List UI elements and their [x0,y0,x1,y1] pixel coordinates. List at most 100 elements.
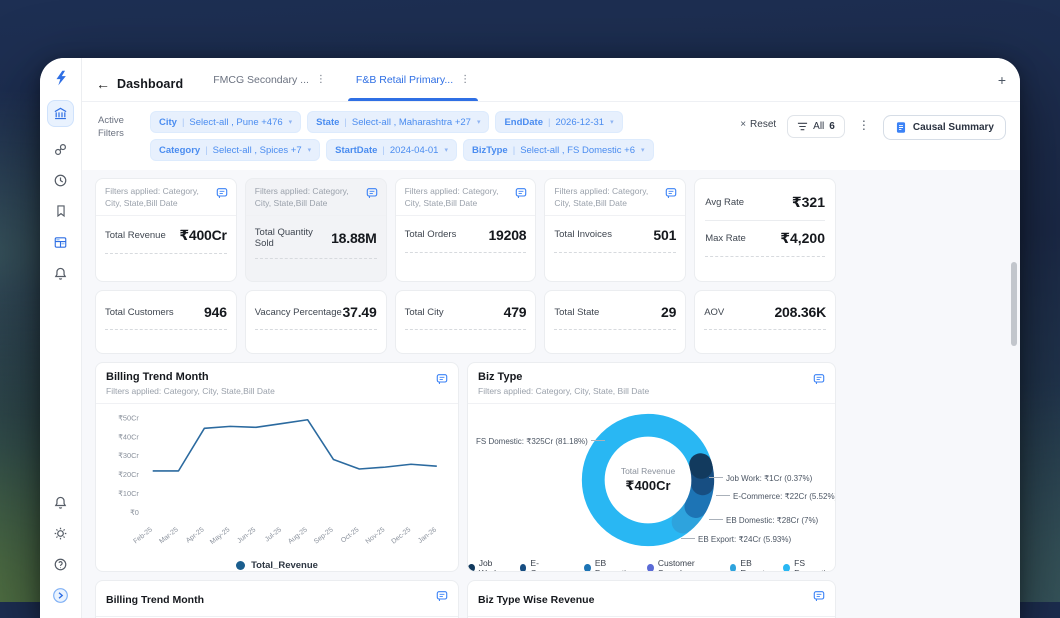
chevron-down-icon[interactable]: ▾ [477,118,481,126]
sidebar-item-reports-icon[interactable] [52,233,70,251]
biz-type-revenue-table-card: Biz Type Wise Revenue Biz_Type Revenue [467,580,836,618]
leader-line [681,538,695,539]
comment-icon[interactable] [366,186,378,210]
tab-fb-retail-primary[interactable]: F&B Retail Primary... ⋮ [356,66,470,101]
sidebar-item-connections-icon[interactable] [52,140,70,158]
tab-menu-icon[interactable]: ⋮ [460,74,470,85]
sidebar-item-history-icon[interactable] [52,171,70,189]
chart-title: Biz Type [478,371,825,383]
svg-text:₹30Cr: ₹30Cr [118,451,139,460]
chevron-down-icon[interactable]: ▾ [308,146,312,154]
main-panel: ← Dashboard FMCG Secondary ... ⋮ F&B Ret… [82,58,1020,618]
active-filters-label: Active Filters [98,111,138,161]
tab-fmcg-secondary[interactable]: FMCG Secondary ... ⋮ [213,66,326,101]
dashboard-scroll-area[interactable]: Filters applied: Category, City, State,B… [82,170,1020,618]
kpi-card-total-orders[interactable]: Filters applied: Category, City, State,B… [395,178,537,282]
leader-line [709,519,723,520]
comment-icon[interactable] [216,186,228,210]
all-label: All [813,121,824,132]
kpi-value: 208.36K [774,304,826,320]
filter-chip-category[interactable]: Category|Select-all , Spices +7▾ [150,139,320,161]
chevron-down-icon[interactable]: ▾ [289,118,293,126]
reset-filters-button[interactable]: ×Reset [740,115,776,130]
chip-value: Select-all , Spices +7 [213,145,302,156]
svg-text:₹20Cr: ₹20Cr [118,470,139,479]
comment-icon[interactable] [813,372,825,390]
filter-chip-state[interactable]: State|Select-all , Maharashtra +27▾ [307,111,489,133]
vertical-scrollbar[interactable] [1011,262,1017,346]
add-tab-button[interactable]: + [998,72,1006,96]
kpi-card-total-quantity-sold[interactable]: Filters applied: Category, City, State,B… [245,178,387,282]
filters-note: Filters applied: Category, City, State,B… [255,186,357,210]
chip-name: City [159,117,177,128]
legend-label: E-Commerce [530,558,573,572]
legend-dot [236,561,245,570]
chip-value: 2024-04-01 [390,145,439,156]
sidebar-settings-icon[interactable] [52,524,70,542]
comment-icon[interactable] [813,589,825,607]
chip-value: Select-all , FS Domestic +6 [520,145,635,156]
sidebar-item-alerts-icon[interactable] [52,264,70,282]
filter-chip-startdate[interactable]: StartDate|2024-04-01▾ [326,139,457,161]
sidebar-launch-icon[interactable] [52,586,70,604]
legend-item: EB Domestic [584,558,636,572]
svg-text:Oct-25: Oct-25 [340,526,361,544]
svg-text:Apr-25: Apr-25 [185,526,206,544]
chevron-down-icon[interactable]: ▾ [610,118,614,126]
sidebar-item-home-icon[interactable] [47,100,74,127]
sidebar-notifications-icon[interactable] [52,493,70,511]
callout-eb-export: EB Export: ₹24Cr (5.93%) [678,535,791,544]
svg-text:₹40Cr: ₹40Cr [118,432,139,441]
kpi-label: Avg Rate [705,197,744,208]
chip-name: State [316,117,339,128]
kpi-card-aov[interactable]: AOV208.36K [694,290,836,354]
kpi-card-rates[interactable]: Avg Rate₹321 Max Rate₹4,200 [694,178,836,282]
charts-row: Billing Trend Month Filters applied: Cat… [95,362,836,572]
kpi-card-total-revenue[interactable]: Filters applied: Category, City, State,B… [95,178,237,282]
sidebar-help-icon[interactable] [52,555,70,573]
table-title: Billing Trend Month [106,594,204,606]
chevron-down-icon[interactable]: ▾ [444,146,448,154]
kpi-card-vacancy-percentage[interactable]: Vacancy Percentage37.49 [245,290,387,354]
filter-bar: Active Filters City|Select-all , Pune +4… [82,102,1020,170]
svg-text:Nov-25: Nov-25 [365,526,387,545]
reset-label: Reset [750,119,776,130]
svg-text:Aug-25: Aug-25 [287,526,309,545]
tab-menu-icon[interactable]: ⋮ [316,74,326,85]
tables-row: Billing Trend Month Bill_Month Total_Rev… [95,580,836,618]
kpi-card-total-state[interactable]: Total State29 [544,290,686,354]
chip-name: StartDate [335,145,377,156]
back-arrow-icon[interactable]: ← [96,76,110,92]
kpi-value: 37.49 [343,304,377,320]
chip-name: Category [159,145,200,156]
chip-separator: | [513,145,515,156]
filters-note: Filters applied: Category, City, State,B… [106,386,448,396]
svg-text:Mar-25: Mar-25 [158,526,180,545]
filters-note: Filters applied: Category, City, State,B… [554,186,656,210]
filter-chip-enddate[interactable]: EndDate|2026-12-31▾ [495,111,622,133]
all-filters-button[interactable]: All 6 [787,115,845,138]
comment-icon[interactable] [515,186,527,210]
causal-summary-label: Causal Summary [913,122,994,133]
kpi-label: Total Customers [105,307,174,318]
callout-fs-domestic: FS Domestic: ₹325Cr (81.18%) [476,437,608,446]
kpi-card-total-customers[interactable]: Total Customers946 [95,290,237,354]
kpi-label: Total Orders [405,229,457,240]
comment-icon[interactable] [436,589,448,607]
comment-icon[interactable] [436,372,448,390]
kpi-card-total-invoices[interactable]: Filters applied: Category, City, State,B… [544,178,686,282]
filter-chip-biztype[interactable]: BizType|Select-all , FS Domestic +6▾ [463,139,654,161]
sidebar-item-bookmark-icon[interactable] [52,202,70,220]
svg-text:May-25: May-25 [209,526,232,546]
comment-icon[interactable] [665,186,677,210]
causal-summary-button[interactable]: Causal Summary [883,115,1006,140]
callout-job-work: Job Work: ₹1Cr (0.37%) [706,474,812,483]
svg-text:Jun-25: Jun-25 [236,526,257,545]
line-chart-legend: Total_Revenue [96,559,458,571]
legend-item: EB Export [730,558,773,572]
filter-chip-city[interactable]: City|Select-all , Pune +476▾ [150,111,301,133]
chevron-down-icon[interactable]: ▾ [641,146,645,154]
kpi-card-total-city[interactable]: Total City479 [395,290,537,354]
more-options-icon[interactable]: ⋮ [856,115,872,135]
kpi-label: Max Rate [705,233,746,244]
